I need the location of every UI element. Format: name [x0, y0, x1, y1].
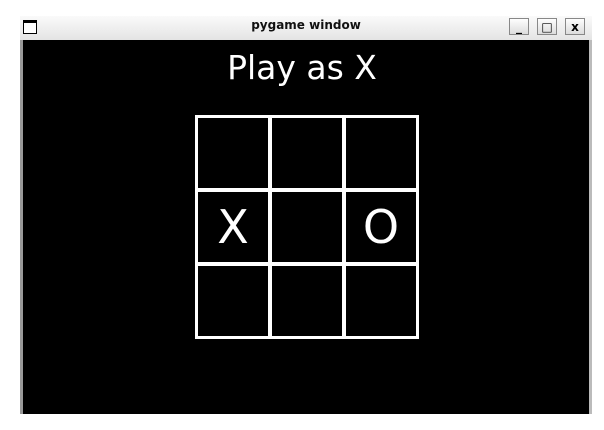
minimize-button[interactable]: _ — [509, 18, 529, 35]
maximize-button[interactable]: □ — [537, 18, 557, 35]
board-cell[interactable]: O — [346, 192, 416, 262]
board-cell[interactable] — [346, 266, 416, 336]
board-cell[interactable] — [272, 192, 342, 262]
board-cell[interactable] — [272, 118, 342, 188]
game-heading: Play as X — [227, 48, 377, 87]
board-cell[interactable] — [346, 118, 416, 188]
board-cell[interactable]: X — [198, 192, 268, 262]
board-cell[interactable] — [272, 266, 342, 336]
board-cell[interactable] — [198, 266, 268, 336]
board-cell[interactable] — [198, 118, 268, 188]
window-title: pygame window — [251, 18, 361, 32]
title-bar[interactable]: pygame window _ □ x — [20, 16, 592, 40]
close-button[interactable]: x — [565, 18, 585, 35]
tic-tac-toe-board: X O — [195, 115, 419, 339]
